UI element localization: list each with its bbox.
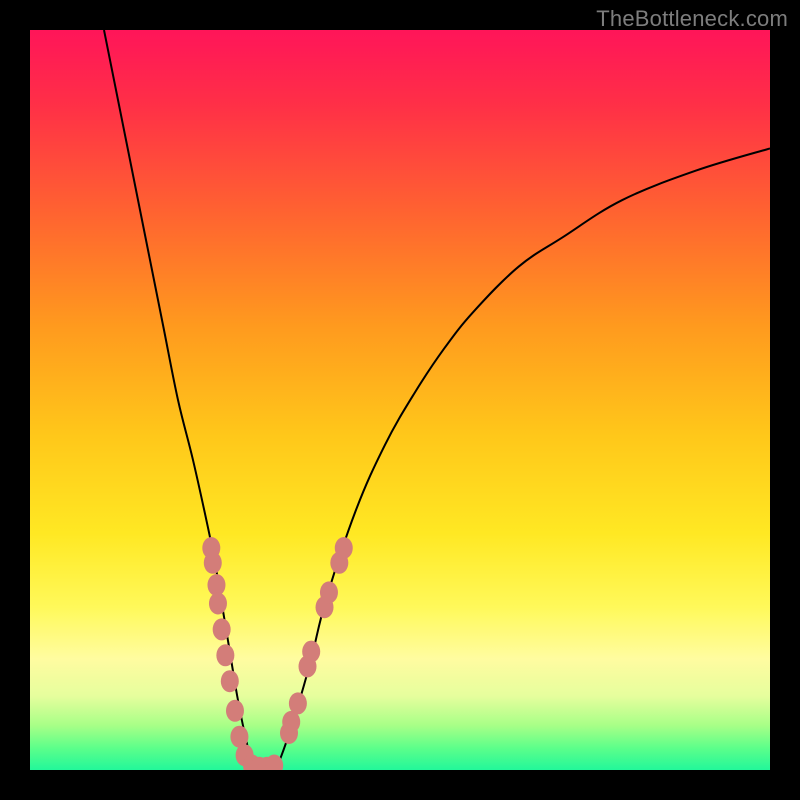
data-marker	[226, 700, 244, 722]
data-marker	[221, 670, 239, 692]
data-marker	[213, 618, 231, 640]
data-marker	[302, 641, 320, 663]
chart-svg	[30, 30, 770, 770]
data-marker	[216, 644, 234, 666]
data-marker	[204, 552, 222, 574]
gradient-background	[30, 30, 770, 770]
data-marker	[335, 537, 353, 559]
data-marker	[320, 581, 338, 603]
watermark-text: TheBottleneck.com	[596, 6, 788, 32]
chart-frame: TheBottleneck.com	[0, 0, 800, 800]
data-marker	[209, 593, 227, 615]
plot-area	[30, 30, 770, 770]
data-marker	[289, 692, 307, 714]
